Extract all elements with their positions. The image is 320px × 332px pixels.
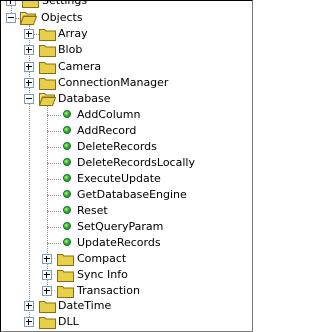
expand-icon[interactable] (24, 62, 34, 72)
tree-item-label: DeleteRecords (77, 140, 157, 153)
tree-item-label: Blob (58, 43, 83, 56)
tree-item-label: UpdateRecords (77, 236, 161, 249)
tree-item-array[interactable]: Array (1, 26, 251, 42)
tree-item-sync-info[interactable]: Sync Info (1, 267, 251, 283)
tree-item-label: GetDatabaseEngine (77, 188, 187, 201)
collapse-icon[interactable] (24, 94, 34, 104)
tree-item-database[interactable]: Database (1, 91, 251, 107)
tree-item-label: Camera (58, 60, 102, 73)
tree-item-label: Sync Info (77, 268, 128, 281)
tree-connector (47, 163, 61, 164)
folder-icon (39, 29, 56, 41)
tree-item-transaction[interactable]: Transaction (1, 283, 251, 299)
method-icon (63, 206, 71, 214)
method-item-addrecord[interactable]: AddRecord (1, 123, 251, 139)
method-item-reset[interactable]: Reset (1, 203, 251, 219)
tree-item-label: DeleteRecordsLocally (77, 156, 195, 169)
tree-item-datetime[interactable]: DateTime (1, 298, 251, 314)
method-item-executeupdate[interactable]: ExecuteUpdate (1, 171, 251, 187)
expand-icon[interactable] (42, 286, 52, 296)
tree-connector (47, 243, 61, 244)
folder-icon (22, 1, 39, 8)
tree-item-label: Compact (77, 252, 127, 265)
tree-connector (47, 179, 61, 180)
tree-item-label: AddRecord (77, 124, 137, 137)
tree-item-label: ConnectionManager (58, 76, 169, 89)
folder-icon (57, 286, 74, 298)
collapse-icon[interactable] (6, 13, 16, 23)
folder-icon (39, 301, 56, 313)
tree-item-label: DLL (58, 315, 79, 328)
tree-item-label: Settings (42, 0, 88, 7)
method-icon (63, 190, 71, 198)
method-item-addcolumn[interactable]: AddColumn (1, 107, 251, 123)
expand-icon[interactable] (24, 78, 34, 88)
object-tree: Settings Objects Array Blob Camera Conne… (1, 1, 252, 331)
method-item-getdatabaseengine[interactable]: GetDatabaseEngine (1, 187, 251, 203)
folder-icon (39, 317, 56, 329)
tree-item-label: Transaction (77, 284, 140, 297)
tree-connector (47, 195, 61, 196)
tree-item-label: DateTime (58, 299, 112, 312)
method-icon (63, 142, 71, 150)
tree-item-blob[interactable]: Blob (1, 42, 251, 58)
method-item-deleterecordslocally[interactable]: DeleteRecordsLocally (1, 155, 251, 171)
expand-icon[interactable] (42, 254, 52, 264)
tree-connector (47, 211, 61, 212)
method-item-deleterecords[interactable]: DeleteRecords (1, 139, 251, 155)
folder-icon (39, 62, 56, 74)
tree-item-label: Array (58, 27, 88, 40)
method-icon (63, 126, 71, 134)
folder-icon (39, 78, 56, 90)
folder-icon (57, 270, 74, 282)
tree-item-objects[interactable]: Objects (1, 10, 251, 26)
method-icon (63, 222, 71, 230)
tree-item-label: Database (58, 92, 111, 105)
folder-icon (57, 254, 74, 266)
method-icon (63, 174, 71, 182)
object-tree-panel: Settings Objects Array Blob Camera Conne… (0, 0, 253, 332)
expand-icon[interactable] (6, 1, 16, 6)
expand-icon[interactable] (24, 45, 34, 55)
tree-item-camera[interactable]: Camera (1, 59, 251, 75)
tree-item-settings[interactable]: Settings (1, 0, 251, 9)
tree-item-label: SetQueryParam (77, 220, 164, 233)
tree-item-label: Objects (41, 11, 83, 24)
folder-open-icon (39, 93, 56, 106)
method-item-updaterecords[interactable]: UpdateRecords (1, 235, 251, 251)
tree-item-label: Reset (77, 204, 108, 217)
expand-icon[interactable] (24, 301, 34, 311)
expand-icon[interactable] (24, 317, 34, 327)
tree-item-label: ExecuteUpdate (77, 172, 161, 185)
method-icon (63, 238, 71, 246)
tree-connector (47, 115, 61, 116)
tree-item-label: AddColumn (77, 108, 141, 121)
tree-item-dll[interactable]: DLL (1, 314, 251, 330)
folder-open-icon (20, 12, 37, 25)
tree-item-connectionmanager[interactable]: ConnectionManager (1, 75, 251, 91)
method-item-setqueryparam[interactable]: SetQueryParam (1, 219, 251, 235)
method-icon (63, 158, 71, 166)
expand-icon[interactable] (42, 270, 52, 280)
expand-icon[interactable] (24, 29, 34, 39)
tree-connector (47, 147, 61, 148)
method-icon (63, 110, 71, 118)
tree-connector (47, 131, 61, 132)
tree-connector (47, 227, 61, 228)
folder-icon (39, 45, 56, 57)
tree-item-compact[interactable]: Compact (1, 251, 251, 267)
